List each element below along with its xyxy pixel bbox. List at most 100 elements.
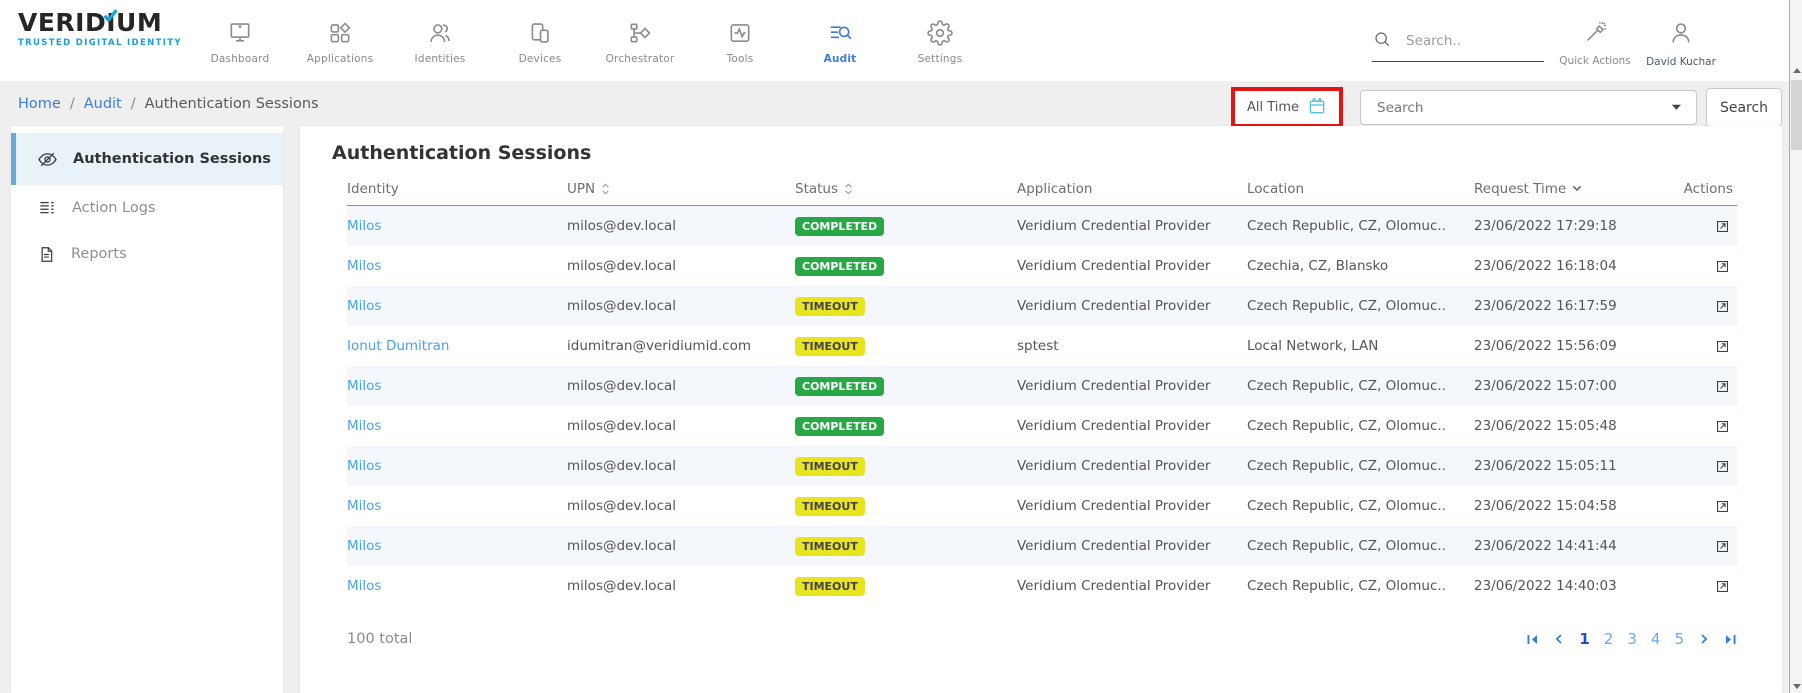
page-prev-icon[interactable] (1553, 633, 1565, 645)
breadcrumb-home[interactable]: Home (18, 96, 61, 112)
vertical-scrollbar[interactable] (1789, 0, 1802, 693)
upn-cell: milos@dev.local (567, 578, 795, 594)
open-session-icon[interactable] (1714, 378, 1737, 395)
nav-item-tools[interactable]: Tools (690, 0, 790, 81)
identity-link[interactable]: Ionut Dumitran (347, 338, 449, 354)
identity-link[interactable]: Milos (347, 578, 381, 594)
column-header-actions: Actions (1674, 181, 1737, 197)
nav-item-audit[interactable]: Audit (790, 0, 890, 81)
identity-link[interactable]: Milos (347, 258, 381, 274)
search-button[interactable]: Search (1706, 88, 1782, 127)
breadcrumb-current: Authentication Sessions (145, 96, 319, 112)
quick-actions-button[interactable]: Quick Actions (1552, 0, 1638, 81)
global-search-input[interactable] (1406, 33, 1531, 49)
table-row: Milosmilos@dev.localCOMPLETEDVeridium Cr… (347, 366, 1737, 406)
quick-actions-label: Quick Actions (1559, 55, 1630, 67)
nav-item-dashboard[interactable]: Dashboard (190, 0, 290, 81)
identity-link[interactable]: Milos (347, 298, 381, 314)
request-time-cell: 23/06/2022 16:18:04 (1474, 258, 1674, 274)
page-next-icon[interactable] (1698, 633, 1710, 645)
top-navbar: VERIDIUM TRUSTED DIGITAL IDENTITY Dashbo… (0, 0, 1802, 81)
open-session-icon[interactable] (1714, 458, 1737, 475)
eye-off-icon (37, 149, 58, 170)
application-cell: Veridium Credential Provider (1017, 378, 1247, 394)
status-badge: COMPLETED (795, 377, 884, 396)
open-session-icon[interactable] (1714, 298, 1737, 315)
column-label: UPN (567, 181, 595, 197)
user-avatar-icon (1668, 20, 1694, 50)
page-title: Authentication Sessions (332, 140, 1782, 166)
sidebar-item-action-logs[interactable]: Action Logs (11, 185, 283, 231)
identity-link[interactable]: Milos (347, 218, 381, 234)
request-time-cell: 23/06/2022 15:04:58 (1474, 498, 1674, 514)
column-header-request-time[interactable]: Request Time (1474, 181, 1674, 197)
location-cell: Czechia, CZ, Blansko (1247, 258, 1474, 274)
scrollbar-thumb[interactable] (1791, 80, 1802, 150)
status-badge: TIMEOUT (795, 537, 865, 556)
sidebar-item-label: Reports (71, 246, 127, 262)
open-session-icon[interactable] (1714, 538, 1737, 555)
upn-cell: milos@dev.local (567, 498, 795, 514)
identity-link[interactable]: Milos (347, 378, 381, 394)
identity-link[interactable]: Milos (347, 418, 381, 434)
open-session-icon[interactable] (1714, 498, 1737, 515)
identity-link[interactable]: Milos (347, 458, 381, 474)
upn-cell: milos@dev.local (567, 418, 795, 434)
settings-icon (927, 20, 953, 46)
page-number-3[interactable]: 3 (1627, 630, 1637, 648)
veridium-logo[interactable]: VERIDIUM TRUSTED DIGITAL IDENTITY (18, 9, 188, 48)
nav-item-orchestrator[interactable]: Orchestrator (590, 0, 690, 81)
nav-item-identities[interactable]: Identities (390, 0, 490, 81)
location-cell: Czech Republic, CZ, Olomuc.. (1247, 458, 1474, 474)
column-label: Location (1247, 181, 1304, 197)
nav-item-devices[interactable]: Devices (490, 0, 590, 81)
application-cell: Veridium Credential Provider (1017, 298, 1247, 314)
scroll-up-icon[interactable] (1793, 68, 1801, 73)
open-session-icon[interactable] (1714, 338, 1737, 355)
nav-item-settings[interactable]: Settings (890, 0, 990, 81)
table-row: Milosmilos@dev.localCOMPLETEDVeridium Cr… (347, 206, 1737, 246)
scroll-down-icon[interactable] (1793, 684, 1801, 689)
page-number-4[interactable]: 4 (1651, 630, 1661, 648)
nav-item-label: Identities (415, 53, 466, 65)
sidebar-item-reports[interactable]: Reports (11, 231, 283, 277)
column-header-upn[interactable]: UPN (567, 181, 795, 197)
nav-item-label: Audit (824, 53, 857, 65)
table-row: Milosmilos@dev.localTIMEOUTVeridium Cred… (347, 446, 1737, 486)
open-session-icon[interactable] (1714, 218, 1737, 235)
page-number-5[interactable]: 5 (1674, 630, 1684, 648)
time-range-button[interactable]: All Time (1231, 87, 1343, 128)
open-session-icon[interactable] (1714, 418, 1737, 435)
table-row: Milosmilos@dev.localTIMEOUTVeridium Cred… (347, 486, 1737, 526)
search-filter-dropdown[interactable]: Search (1360, 90, 1697, 125)
application-cell: Veridium Credential Provider (1017, 258, 1247, 274)
breadcrumb: Home / Audit / Authentication Sessions (18, 81, 319, 126)
upn-cell: milos@dev.local (567, 258, 795, 274)
sessions-table: IdentityUPNStatusApplicationLocationRequ… (347, 172, 1737, 606)
application-cell: Veridium Credential Provider (1017, 418, 1247, 434)
sort-both-icon (844, 182, 853, 196)
column-header-status[interactable]: Status (795, 181, 1017, 197)
open-session-icon[interactable] (1714, 578, 1737, 595)
sidebar: Authentication SessionsAction Logs Report… (11, 126, 283, 693)
total-count: 100 total (347, 631, 412, 647)
identity-link[interactable]: Milos (347, 498, 381, 514)
page-number-1[interactable]: 1 (1579, 630, 1589, 648)
page-last-icon[interactable] (1724, 633, 1737, 646)
application-cell: sptest (1017, 338, 1247, 354)
user-menu[interactable]: David Kuchar (1638, 0, 1724, 81)
sidebar-item-authentication-sessions[interactable]: Authentication Sessions (11, 133, 283, 185)
page-number-2[interactable]: 2 (1604, 630, 1614, 648)
breadcrumb-audit[interactable]: Audit (84, 96, 122, 112)
page-first-icon[interactable] (1526, 633, 1539, 646)
upn-cell: milos@dev.local (567, 218, 795, 234)
user-name: David Kuchar (1646, 56, 1716, 68)
column-label: Request Time (1474, 181, 1566, 197)
reports-icon (37, 245, 56, 264)
location-cell: Czech Republic, CZ, Olomuc.. (1247, 378, 1474, 394)
open-session-icon[interactable] (1714, 258, 1737, 275)
nav-item-applications[interactable]: Applications (290, 0, 390, 81)
status-badge: TIMEOUT (795, 577, 865, 596)
dashboard-icon (227, 20, 253, 46)
identity-link[interactable]: Milos (347, 538, 381, 554)
